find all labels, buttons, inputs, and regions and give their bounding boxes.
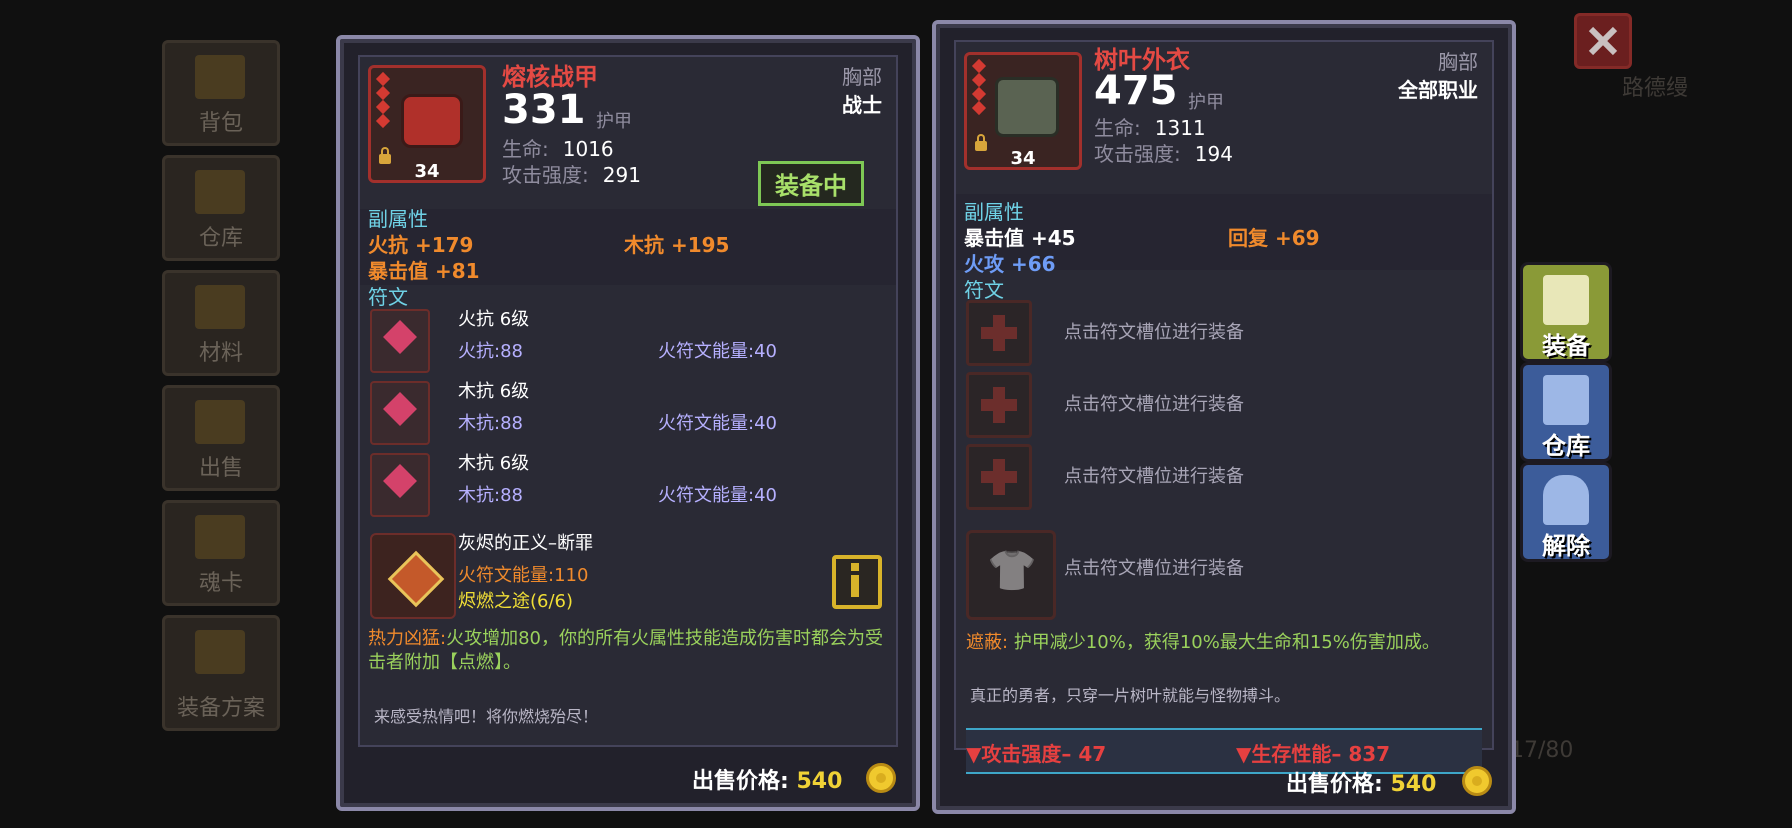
flavor-text: 真正的勇者，只穿一片树叶就能与怪物搏斗。	[970, 686, 1291, 705]
rune-stat: 木抗:88	[458, 485, 523, 506]
rune-stat: 木抗:88	[458, 413, 523, 434]
slot-label: 胸部	[1438, 50, 1478, 74]
rune-title: 符文	[964, 278, 1004, 302]
sub-stat-crit: 暴击值 +45	[964, 226, 1076, 250]
class-label: 战士	[842, 93, 882, 117]
armor-label: 护甲	[596, 111, 632, 132]
equip-button[interactable]: 装备	[1520, 262, 1612, 362]
rune-energy: 火符文能量:40	[658, 413, 777, 434]
info-icon[interactable]	[832, 555, 882, 609]
bg-nav-equip-plan: 装备方案	[162, 615, 280, 731]
shirt-icon	[1543, 275, 1589, 325]
sub-stat-fire-atk: 火攻 +66	[964, 252, 1056, 276]
compare-item-content: 34 树叶外衣 475 护甲 生命: 1311 攻击强度: 194 胸部 全部职业 …	[954, 40, 1494, 774]
leaf-coat-icon	[995, 77, 1059, 137]
coin-icon	[1462, 766, 1492, 796]
lava-armor-icon	[401, 94, 463, 148]
rune-stat: 火抗:88	[458, 341, 523, 362]
equipped-item-icon[interactable]: 34	[368, 65, 486, 183]
rune-slot-hint: 点击符文槽位进行装备	[1064, 558, 1244, 579]
equipped-item-content: 34 熔核战甲 331 护甲 生命: 1016 攻击强度: 291 胸部 战士 装备…	[358, 55, 898, 747]
empty-rune-set-slot[interactable]	[966, 530, 1056, 620]
attack-stat: 攻击强度: 291	[502, 163, 641, 187]
life-stat: 生命: 1311	[1094, 116, 1206, 140]
compare-item-panel: 34 树叶外衣 475 护甲 生命: 1311 攻击强度: 194 胸部 全部职业 …	[932, 20, 1516, 814]
rarity-icon	[971, 58, 987, 117]
rune-name: 火抗 6级	[458, 309, 530, 330]
compare-attack: ▼攻击强度– 47	[966, 742, 1107, 766]
equipped-badge: 装备中	[758, 161, 864, 206]
life-stat: 生命: 1016	[502, 137, 614, 161]
armor-value: 475	[1094, 68, 1178, 114]
bg-faded-count: 17/80	[1510, 738, 1574, 763]
item-level: 34	[414, 161, 440, 182]
rune-energy: 火符文能量:40	[658, 341, 777, 362]
rune-energy: 火符文能量:40	[658, 485, 777, 506]
rune-set-icon[interactable]	[370, 533, 456, 619]
bg-nav-soul-card: 魂卡	[162, 500, 280, 606]
armor-label: 护甲	[1188, 92, 1224, 113]
item-level: 34	[1010, 148, 1036, 169]
rune-slot-1[interactable]	[370, 309, 430, 373]
armor-value: 331	[502, 87, 586, 133]
bg-faded-text: 路德缦	[1622, 76, 1689, 101]
bg-nav-materials: 材料	[162, 270, 280, 376]
unlock-icon	[1543, 475, 1589, 525]
sub-stat-crit: 暴击值 +81	[368, 259, 480, 283]
bg-nav-sell: 出售	[162, 385, 280, 491]
rune-set-energy: 火符文能量:110	[458, 565, 589, 586]
sub-stat-wood-res: 木抗 +195	[624, 233, 730, 257]
rune-slot-hint: 点击符文槽位进行装备	[1064, 466, 1244, 487]
sub-stat-regen: 回复 +69	[1228, 226, 1320, 250]
rune-slot-hint: 点击符文槽位进行装备	[1064, 322, 1244, 343]
class-label: 全部职业	[1398, 78, 1478, 102]
rarity-icon	[375, 71, 391, 130]
rune-set-name: 灰烬的正义–断罪	[458, 533, 593, 554]
bg-nav-storage: 仓库	[162, 155, 280, 261]
sell-price: 出售价格: 540	[692, 769, 843, 794]
rune-set-progress: 烬燃之途(6/6)	[458, 591, 574, 612]
sub-stats-title: 副属性	[964, 200, 1024, 224]
bg-nav-bag: 背包	[162, 40, 280, 146]
slot-label: 胸部	[842, 65, 882, 89]
item-effect: 遮蔽: 护甲减少10%，获得10%最大生命和15%伤害加成。	[966, 632, 1440, 653]
background-nav: 背包 仓库 材料 出售 魂卡 装备方案	[150, 40, 290, 740]
sub-stats-title: 副属性	[368, 207, 428, 231]
rune-name: 木抗 6级	[458, 381, 530, 402]
close-button[interactable]	[1574, 13, 1632, 69]
rune-title: 符文	[368, 285, 408, 309]
unequip-button[interactable]: 解除	[1520, 462, 1612, 562]
coin-icon	[866, 763, 896, 793]
empty-rune-slot-3[interactable]	[966, 444, 1032, 510]
rune-slot-2[interactable]	[370, 381, 430, 445]
flavor-text: 来感受热情吧！将你燃烧殆尽！	[374, 707, 599, 726]
equipped-item-panel: 34 熔核战甲 331 护甲 生命: 1016 攻击强度: 291 胸部 战士 装备…	[336, 35, 920, 811]
rune-slot-hint: 点击符文槽位进行装备	[1064, 394, 1244, 415]
sub-stat-fire-res: 火抗 +179	[368, 233, 474, 257]
rune-slot-3[interactable]	[370, 453, 430, 517]
empty-rune-slot-2[interactable]	[966, 372, 1032, 438]
empty-rune-slot-1[interactable]	[966, 300, 1032, 366]
attack-stat: 攻击强度: 194	[1094, 142, 1233, 166]
rune-name: 木抗 6级	[458, 453, 530, 474]
compare-item-icon[interactable]: 34	[964, 52, 1082, 170]
sell-price: 出售价格: 540	[1286, 772, 1437, 797]
castle-icon	[1543, 375, 1589, 425]
set-effect: 热力凶猛:火攻增加80，你的所有火属性技能造成伤害时都会为受击者附加【点燃】。	[368, 628, 883, 673]
storage-button[interactable]: 仓库	[1520, 362, 1612, 462]
compare-survival: ▼生存性能– 837	[1236, 742, 1391, 766]
